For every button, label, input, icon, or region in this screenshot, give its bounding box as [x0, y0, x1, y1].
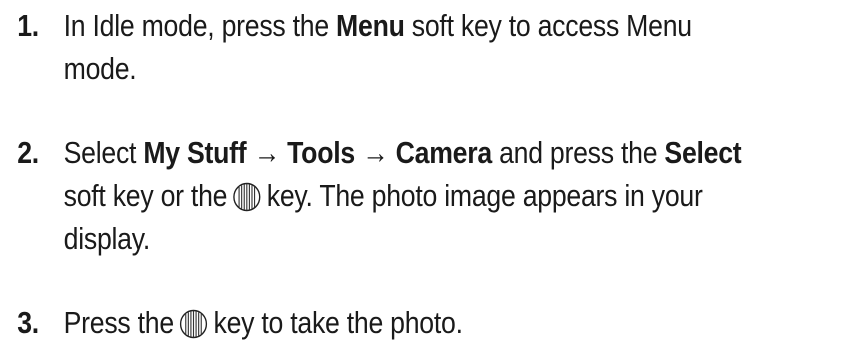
my-stuff-term: My Stuff	[143, 135, 247, 170]
tools-term: Tools	[287, 135, 355, 170]
step-number: 1.	[17, 8, 39, 43]
step-line: display.	[63, 221, 151, 256]
step-line: Select My Stuff → Tools → Camera and pre…	[64, 131, 838, 174]
step-line: mode.	[63, 51, 137, 86]
step-number: 3.	[17, 305, 39, 340]
step-line: Press the key to take the photo.	[64, 301, 838, 344]
step-1: 1. In Idle mode, press the Menu soft key…	[0, 4, 838, 90]
step-3: 3. Press the key to take the photo.	[0, 301, 838, 344]
arrow-separator: →	[246, 135, 288, 170]
text-run: soft key or the	[63, 178, 228, 213]
step-text: Press the key to take the photo.	[64, 301, 838, 344]
step-text: Select My Stuff → Tools → Camera and pre…	[64, 131, 838, 260]
text-run: Press the	[63, 305, 175, 340]
step-number: 2.	[17, 135, 39, 170]
camera-term: Camera	[395, 135, 493, 170]
text-run: soft key to access Menu	[404, 8, 692, 43]
center-select-key-icon	[179, 309, 208, 339]
text-run: key. The photo image appears in your	[266, 178, 703, 213]
text-run: key to take the photo.	[213, 305, 463, 340]
menu-term: Menu	[336, 8, 405, 43]
center-select-key-icon	[232, 182, 261, 212]
step-text: In Idle mode, press the Menu soft key to…	[64, 4, 838, 90]
step-2: 2. Select My Stuff → Tools → Camera and …	[0, 131, 838, 260]
text-run: Select	[63, 135, 144, 170]
step-line: soft key or the key. The photo image appe…	[64, 174, 838, 217]
text-run: In Idle mode, press the	[63, 8, 337, 43]
step-line: In Idle mode, press the Menu soft key to…	[64, 4, 838, 47]
text-run: and press the	[491, 135, 665, 170]
arrow-separator: →	[354, 135, 396, 170]
select-term: Select	[664, 135, 742, 170]
